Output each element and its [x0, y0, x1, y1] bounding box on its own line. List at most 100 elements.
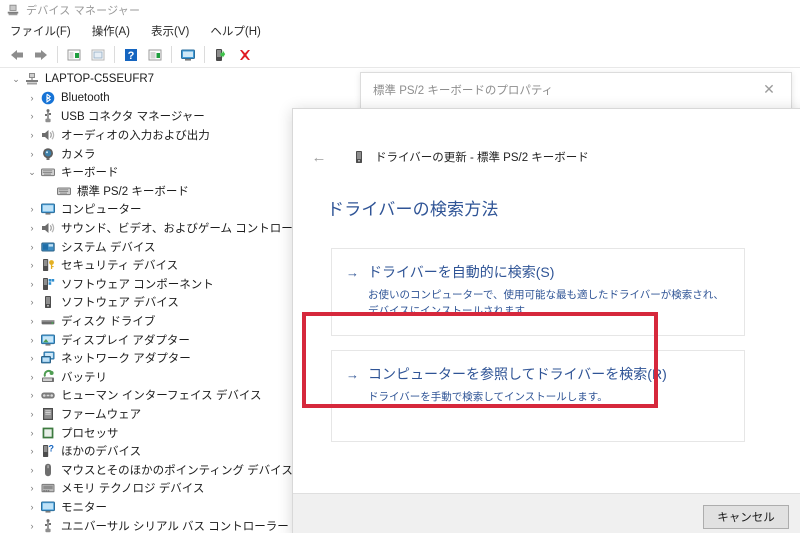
chevron-right-icon[interactable]: ›	[24, 316, 40, 326]
chevron-right-icon[interactable]: ›	[24, 409, 40, 419]
toolbar-enable-device[interactable]	[210, 44, 232, 66]
tree-item-label: バッテリ	[61, 371, 107, 384]
option-description: ドライバーを手動で検索してインストールします。	[368, 390, 608, 403]
tree-item-label: ユニバーサル シリアル バス コントローラー	[61, 520, 289, 533]
software-device-icon	[40, 294, 56, 310]
computer-root-icon	[24, 71, 40, 87]
chevron-right-icon[interactable]: ›	[24, 446, 40, 456]
toolbar-separator	[204, 46, 205, 63]
chevron-down-icon[interactable]: ⌄	[24, 167, 40, 178]
chevron-down-icon[interactable]: ⌄	[8, 74, 24, 85]
close-icon[interactable]: ✕	[747, 74, 791, 105]
option-search-automatically[interactable]: → ドライバーを自動的に検索(S) お使いのコンピューターで、使用可能な最も適し…	[331, 248, 745, 336]
tree-item-label: ソフトウェア コンポーネント	[61, 278, 214, 291]
chevron-right-icon[interactable]: ›	[24, 242, 40, 252]
monitor-icon	[40, 499, 56, 515]
chevron-right-icon[interactable]: ›	[24, 260, 40, 270]
display-adapter-icon	[40, 332, 56, 348]
svg-text:?: ?	[49, 444, 55, 454]
tree-item-label: ヒューマン インターフェイス デバイス	[61, 390, 262, 403]
chevron-right-icon[interactable]: ›	[24, 483, 40, 493]
wizard-footer: キャンセル	[293, 493, 800, 533]
chevron-right-icon[interactable]: ›	[24, 502, 40, 512]
device-manager-icon	[6, 3, 20, 17]
properties-dialog-titlebar: 標準 PS/2 キーボードのプロパティ ✕	[361, 73, 791, 106]
device-icon	[351, 149, 367, 165]
chevron-right-icon[interactable]: ›	[24, 111, 40, 121]
tree-item-label: ソフトウェア デバイス	[61, 297, 179, 310]
menu-file[interactable]: ファイル(F)	[8, 21, 73, 41]
bluetooth-icon	[40, 90, 56, 106]
tree-item-label: システム デバイス	[61, 241, 156, 254]
chevron-right-icon[interactable]: ›	[24, 204, 40, 214]
update-driver-wizard: ← ドライバーの更新 - 標準 PS/2 キーボード ドライバーの検索方法 → …	[292, 108, 800, 533]
chevron-right-icon[interactable]: ›	[24, 465, 40, 475]
chevron-right-icon[interactable]: ›	[24, 335, 40, 345]
wizard-header: ← ドライバーの更新 - 標準 PS/2 キーボード	[293, 109, 800, 169]
tree-item-label: USB コネクタ マネージャー	[61, 111, 205, 124]
software-component-icon	[40, 276, 56, 292]
memory-icon	[40, 480, 56, 496]
window-titlebar: デバイス マネージャー	[0, 0, 800, 20]
cancel-button[interactable]: キャンセル	[703, 504, 789, 529]
menu-view[interactable]: 表示(V)	[149, 21, 191, 41]
toolbar-separator	[171, 46, 172, 63]
toolbar-separator	[114, 46, 115, 63]
option-title: コンピューターを参照してドライバーを検索(R)	[368, 365, 667, 382]
disk-drive-icon	[40, 313, 56, 329]
screen: デバイス マネージャー ファイル(F) 操作(A) 表示(V) ヘルプ(H) ?…	[0, 0, 800, 533]
tree-item-label: プロセッサ	[61, 427, 119, 440]
toolbar-separator	[57, 46, 58, 63]
chevron-right-icon[interactable]: ›	[24, 279, 40, 289]
processor-icon	[40, 425, 56, 441]
toolbar-properties[interactable]	[63, 44, 85, 66]
chevron-right-icon[interactable]: ›	[24, 521, 40, 531]
tree-item-label: ほかのデバイス	[61, 446, 142, 459]
chevron-right-icon[interactable]: ›	[24, 390, 40, 400]
menu-action[interactable]: 操作(A)	[90, 21, 132, 41]
window-title: デバイス マネージャー	[26, 5, 141, 17]
toolbar-scan-hardware[interactable]	[177, 44, 199, 66]
chevron-right-icon[interactable]: ›	[24, 149, 40, 159]
properties-dialog-title: 標準 PS/2 キーボードのプロパティ	[373, 84, 554, 97]
back-arrow-icon[interactable]: ←	[307, 145, 331, 169]
usb-icon	[40, 518, 56, 533]
chevron-right-icon[interactable]: ›	[24, 297, 40, 307]
menubar: ファイル(F) 操作(A) 表示(V) ヘルプ(H)	[0, 20, 800, 42]
toolbar-forward[interactable]	[30, 44, 52, 66]
option-title: ドライバーを自動的に検索(S)	[368, 264, 555, 280]
tree-item-label: オーディオの入力および出力	[61, 130, 210, 143]
toolbar-show-hidden[interactable]	[144, 44, 166, 66]
network-adapter-icon	[40, 350, 56, 366]
toolbar-help[interactable]: ?	[120, 44, 142, 66]
option-title-row: → コンピューターを参照してドライバーを検索(R)	[346, 364, 728, 384]
toolbar-update-driver[interactable]	[87, 44, 109, 66]
tree-item-label: ネットワーク アダプター	[61, 353, 191, 366]
mouse-icon	[40, 462, 56, 478]
toolbar-uninstall-device[interactable]	[234, 44, 256, 66]
security-device-icon	[40, 257, 56, 273]
chevron-right-icon[interactable]: ›	[24, 353, 40, 363]
arrow-right-icon: →	[346, 366, 359, 382]
tree-item-label: キーボード	[61, 167, 119, 180]
tree-item-label: マウスとそのほかのポインティング デバイス	[61, 464, 293, 477]
chevron-right-icon[interactable]: ›	[24, 130, 40, 140]
firmware-icon	[40, 406, 56, 422]
chevron-right-icon[interactable]: ›	[24, 93, 40, 103]
option-browse-computer[interactable]: → コンピューターを参照してドライバーを検索(R) ドライバーを手動で検索してイ…	[331, 349, 745, 442]
chevron-right-icon[interactable]: ›	[24, 372, 40, 382]
other-device-icon: ?	[40, 443, 56, 459]
tree-item-label: カメラ	[61, 148, 96, 161]
tree-item-label: セキュリティ デバイス	[61, 260, 179, 273]
tree-item-label: サウンド、ビデオ、およびゲーム コントローラー	[61, 223, 316, 236]
wizard-body: ← ドライバーの更新 - 標準 PS/2 キーボード ドライバーの検索方法 → …	[293, 109, 800, 493]
chevron-right-icon[interactable]: ›	[24, 223, 40, 233]
tree-item-label: ディスプレイ アダプター	[61, 334, 190, 347]
tree-item-label: ファームウェア	[61, 408, 142, 421]
tree-item-label: 標準 PS/2 キーボード	[77, 185, 189, 198]
chevron-right-icon[interactable]: ›	[24, 428, 40, 438]
menu-help[interactable]: ヘルプ(H)	[208, 21, 262, 41]
toolbar-back[interactable]	[6, 44, 28, 66]
tree-item-label: LAPTOP-C5SEUFR7	[45, 73, 155, 86]
wizard-options: → ドライバーを自動的に検索(S) お使いのコンピューターで、使用可能な最も適し…	[331, 248, 745, 442]
